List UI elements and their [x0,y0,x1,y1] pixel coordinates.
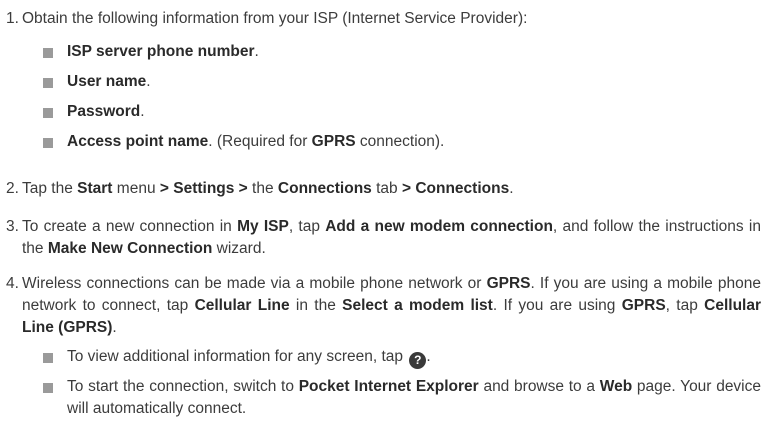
body-text: tab [371,180,402,197]
step-2: 2. Tap the Start menu > Settings > the C… [6,178,761,200]
bold-text: GPRS [621,297,666,314]
step-3: 3. To create a new connection in My ISP,… [6,216,761,260]
body-text: . [426,348,431,365]
body-text: . [254,43,259,60]
bold-text: GPRS [486,275,531,292]
bold-text: Cellular Line [194,297,290,314]
step-text: Obtain the following information from yo… [22,8,761,30]
bold-text: User name [67,73,147,90]
body-text: . [509,180,514,197]
square-bullet-icon [43,48,53,58]
bold-text: Web [599,378,633,395]
body-text: Obtain the following information from yo… [22,10,528,27]
body-text: . If you are using [492,297,622,314]
body-text: and browse to a [478,378,600,395]
bold-text: > Connections [401,180,510,197]
bold-text: My ISP [237,218,289,235]
body-text: To view additional information for any s… [67,348,408,365]
list-item: Access point name. (Required for GPRS co… [43,131,761,153]
body-text: connection). [355,133,445,150]
body-text: Tap the [22,180,78,197]
step-1: 1. Obtain the following information from… [6,8,761,30]
bold-text: Access point name [67,133,209,150]
list-item: ISP server phone number. [43,41,761,63]
step-text: Tap the Start menu > Settings > the Conn… [22,178,761,200]
step-number: 2. [6,180,19,197]
body-text: . [146,73,151,90]
bold-text: Make New Connection [47,240,213,257]
body-text: menu [112,180,160,197]
step-4: 4. Wireless connections can be made via … [6,273,761,339]
bold-text: Connections [277,180,372,197]
bold-text: Pocket Internet Explorer [298,378,479,395]
list-item: User name. [43,71,761,93]
list-item: To start the connection, switch to Pocke… [43,376,761,420]
body-text: wizard. [212,240,266,257]
step-number: 4. [6,275,19,292]
body-text: , tap [288,218,326,235]
list-item: To view additional information for any s… [43,346,761,369]
bold-text: ISP server phone number [67,43,255,60]
step-number: 1. [6,10,19,27]
body-text: the [247,180,278,197]
square-bullet-icon [43,383,53,393]
square-bullet-icon [43,353,53,363]
body-text: To start the connection, switch to [67,378,299,395]
body-text: . [140,103,145,120]
body-text: in the [289,297,343,314]
square-bullet-icon [43,78,53,88]
bold-text: Select a modem list [342,297,493,314]
body-text: Wireless connections can be made via a m… [22,275,487,292]
step-number: 3. [6,218,19,235]
body-text: , tap [665,297,705,314]
bold-text: Start [77,180,113,197]
bold-text: > Settings > [159,180,248,197]
body-text: . (Required for [208,133,312,150]
list-item: Password. [43,101,761,123]
square-bullet-icon [43,108,53,118]
bold-text: GPRS [311,133,356,150]
body-text: To create a new connection in [22,218,238,235]
help-icon: ? [409,352,427,369]
bold-text: Add a new modem connection [325,218,553,235]
body-text: . [112,319,117,336]
step-text: Wireless connections can be made via a m… [22,273,761,339]
bold-text: Password [67,103,141,120]
step-text: To create a new connection in My ISP, ta… [22,216,761,260]
square-bullet-icon [43,138,53,148]
